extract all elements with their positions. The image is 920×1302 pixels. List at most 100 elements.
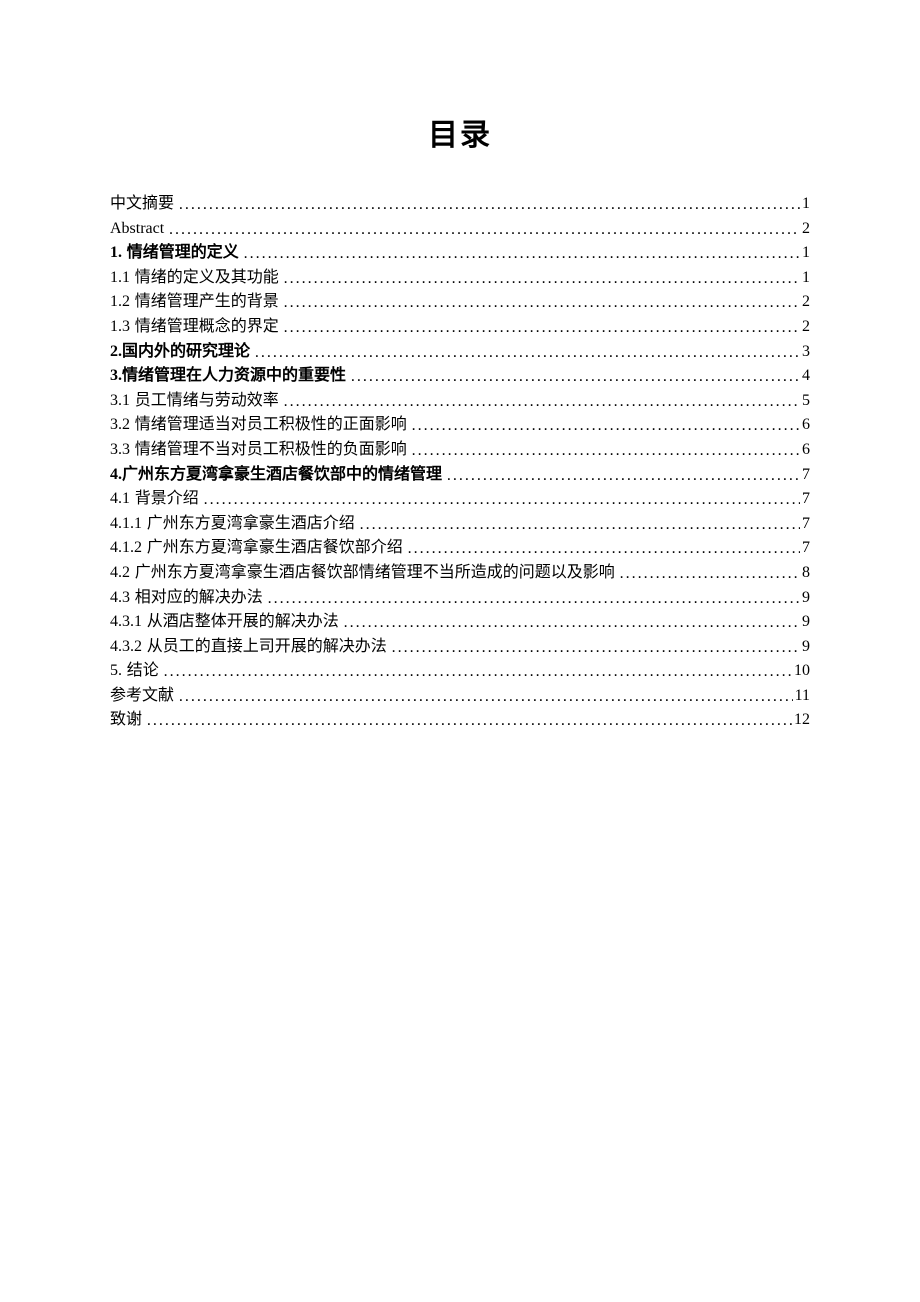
toc-entry-label: 4.1.2 广州东方夏湾拿豪生酒店餐饮部介绍 (110, 540, 408, 556)
toc-entry-number: 1.1 (110, 269, 130, 286)
toc-entry-text: 广州东方夏湾拿豪生酒店餐饮部介绍 (147, 539, 403, 556)
toc-entry-page: 3 (800, 344, 810, 360)
toc-entry-page: 9 (800, 639, 810, 655)
toc-entry: 1.3情绪管理概念的界定 2 (110, 319, 810, 335)
toc-entry-label: 1.2 情绪管理产生的背景 (110, 294, 284, 310)
toc-dot-leader (447, 468, 800, 484)
toc-dot-leader (412, 443, 800, 459)
toc-entry-text: 情绪管理的定义 (127, 244, 239, 261)
toc-entry-text: 情绪管理概念的界定 (135, 318, 279, 335)
toc-dot-leader (360, 517, 800, 533)
toc-entry-number: 3. (110, 367, 122, 384)
toc-dot-leader (255, 345, 800, 361)
toc-entry-page: 9 (800, 614, 810, 630)
toc-entry-number: 4.2 (110, 564, 130, 581)
toc-entry: 致谢12 (110, 712, 810, 728)
toc-entry: 参考文献11 (110, 688, 810, 704)
toc-title: 目录 (110, 110, 810, 154)
toc-entry: 4.3.2从员工的直接上司开展的解决办法 9 (110, 639, 810, 655)
toc-dot-leader (284, 320, 800, 336)
toc-entry-number: 3.1 (110, 392, 130, 409)
toc-entry-label: 4.3.2从员工的直接上司开展的解决办法 (110, 639, 392, 655)
toc-entry: 中文摘要1 (110, 196, 810, 212)
toc-entry-page: 2 (800, 319, 810, 335)
toc-entry-label: 1. 情绪管理的定义 (110, 245, 244, 261)
toc-entry-label: 3.2情绪管理适当对员工积极性的正面影响 (110, 417, 412, 433)
toc-entry: 4.1背景介绍7 (110, 491, 810, 507)
toc-entry-number: 3.3 (110, 441, 130, 458)
toc-dot-leader (344, 615, 800, 631)
toc-entry: 4.1.2 广州东方夏湾拿豪生酒店餐饮部介绍 7 (110, 540, 810, 556)
toc-entry-label: 1.1情绪的定义及其功能 (110, 270, 284, 286)
toc-entry-label: Abstract (110, 221, 169, 237)
toc-entry-text: 从酒店整体开展的解决办法 (147, 613, 339, 630)
toc-dot-leader (244, 246, 800, 262)
toc-dot-leader (169, 222, 800, 238)
toc-entry: 4.1.1广州东方夏湾拿豪生酒店介绍 7 (110, 516, 810, 532)
toc-entry-number: 1.2 (110, 293, 130, 310)
toc-entry-page: 1 (800, 270, 810, 286)
toc-entry-text: Abstract (110, 220, 164, 237)
toc-entry-label: 致谢 (110, 712, 147, 728)
toc-entry-label: 5.结论 (110, 663, 164, 679)
toc-entry-page: 5 (800, 393, 810, 409)
toc-dot-leader (284, 394, 800, 410)
toc-entry: 3.情绪管理在人力资源中的重要性 4 (110, 368, 810, 384)
toc-entry-label: 3.3 情绪管理不当对员工积极性的负面影响 (110, 442, 412, 458)
toc-entry-number: 2. (110, 343, 122, 360)
toc-entry-label: 参考文献 (110, 688, 179, 704)
toc-entry-number: 1. (110, 244, 122, 261)
toc-dot-leader (147, 713, 792, 729)
toc-entry-page: 7 (800, 540, 810, 556)
toc-dot-leader (392, 640, 800, 656)
toc-entry-label: 4.1.1广州东方夏湾拿豪生酒店介绍 (110, 516, 360, 532)
toc-entry-number: 4.1 (110, 490, 130, 507)
toc-entry-text: 参考文献 (110, 687, 174, 704)
toc-entry-label: 1.3情绪管理概念的界定 (110, 319, 284, 335)
toc-entry-page: 8 (800, 565, 810, 581)
toc-entry-label: 2.国内外的研究理论 (110, 344, 255, 360)
toc-entry-label: 4.3.1从酒店整体开展的解决办法 (110, 614, 344, 630)
toc-entry-number: 4.1.2 (110, 539, 142, 556)
toc-dot-leader (351, 369, 800, 385)
toc-dot-leader (179, 197, 800, 213)
toc-entry-text: 广州东方夏湾拿豪生酒店餐饮部情绪管理不当所造成的问题以及影响 (135, 564, 615, 581)
toc-entry-page: 7 (800, 516, 810, 532)
toc-entry-text: 广州东方夏湾拿豪生酒店餐饮部中的情绪管理 (122, 466, 442, 483)
toc-entry-text: 致谢 (110, 711, 142, 728)
toc-entry-label: 4.1背景介绍 (110, 491, 204, 507)
toc-entry-number: 4. (110, 466, 122, 483)
toc-entry: 1.2 情绪管理产生的背景 2 (110, 294, 810, 310)
toc-entry: 3.1 员工情绪与劳动效率 5 (110, 393, 810, 409)
toc-entry: Abstract 2 (110, 221, 810, 237)
toc-entry-text: 相对应的解决办法 (135, 589, 263, 606)
toc-entry-page: 4 (800, 368, 810, 384)
toc-dot-leader (620, 566, 800, 582)
toc-entry-page: 1 (800, 245, 810, 261)
toc-dot-leader (179, 689, 793, 705)
toc-entry: 1.1情绪的定义及其功能 1 (110, 270, 810, 286)
toc-entry: 1. 情绪管理的定义 1 (110, 245, 810, 261)
toc-entry-text: 员工情绪与劳动效率 (135, 392, 279, 409)
toc-entry: 4.3相对应的解决办法9 (110, 590, 810, 606)
toc-entry-number: 4.1.1 (110, 515, 142, 532)
toc-entry: 5.结论10 (110, 663, 810, 679)
toc-dot-leader (284, 271, 800, 287)
toc-entry-page: 6 (800, 442, 810, 458)
toc-entry-page: 2 (800, 221, 810, 237)
toc-entry-number: 5. (110, 662, 122, 679)
toc-entry-page: 6 (800, 417, 810, 433)
toc-dot-leader (268, 591, 800, 607)
toc-dot-leader (412, 418, 800, 434)
toc-entry-page: 2 (800, 294, 810, 310)
toc-dot-leader (204, 492, 800, 508)
toc-entry-text: 情绪管理在人力资源中的重要性 (122, 367, 346, 384)
toc-entry: 3.3 情绪管理不当对员工积极性的负面影响 6 (110, 442, 810, 458)
toc-entry-number: 4.3 (110, 589, 130, 606)
toc-entry-text: 情绪管理产生的背景 (135, 293, 279, 310)
toc-entry: 4.2 广州东方夏湾拿豪生酒店餐饮部情绪管理不当所造成的问题以及影响 8 (110, 565, 810, 581)
toc-dot-leader (284, 295, 800, 311)
toc-entry-text: 情绪管理不当对员工积极性的负面影响 (135, 441, 407, 458)
toc-entry-label: 4.广州东方夏湾拿豪生酒店餐饮部中的情绪管理 (110, 467, 447, 483)
toc-entry-number: 3.2 (110, 416, 130, 433)
